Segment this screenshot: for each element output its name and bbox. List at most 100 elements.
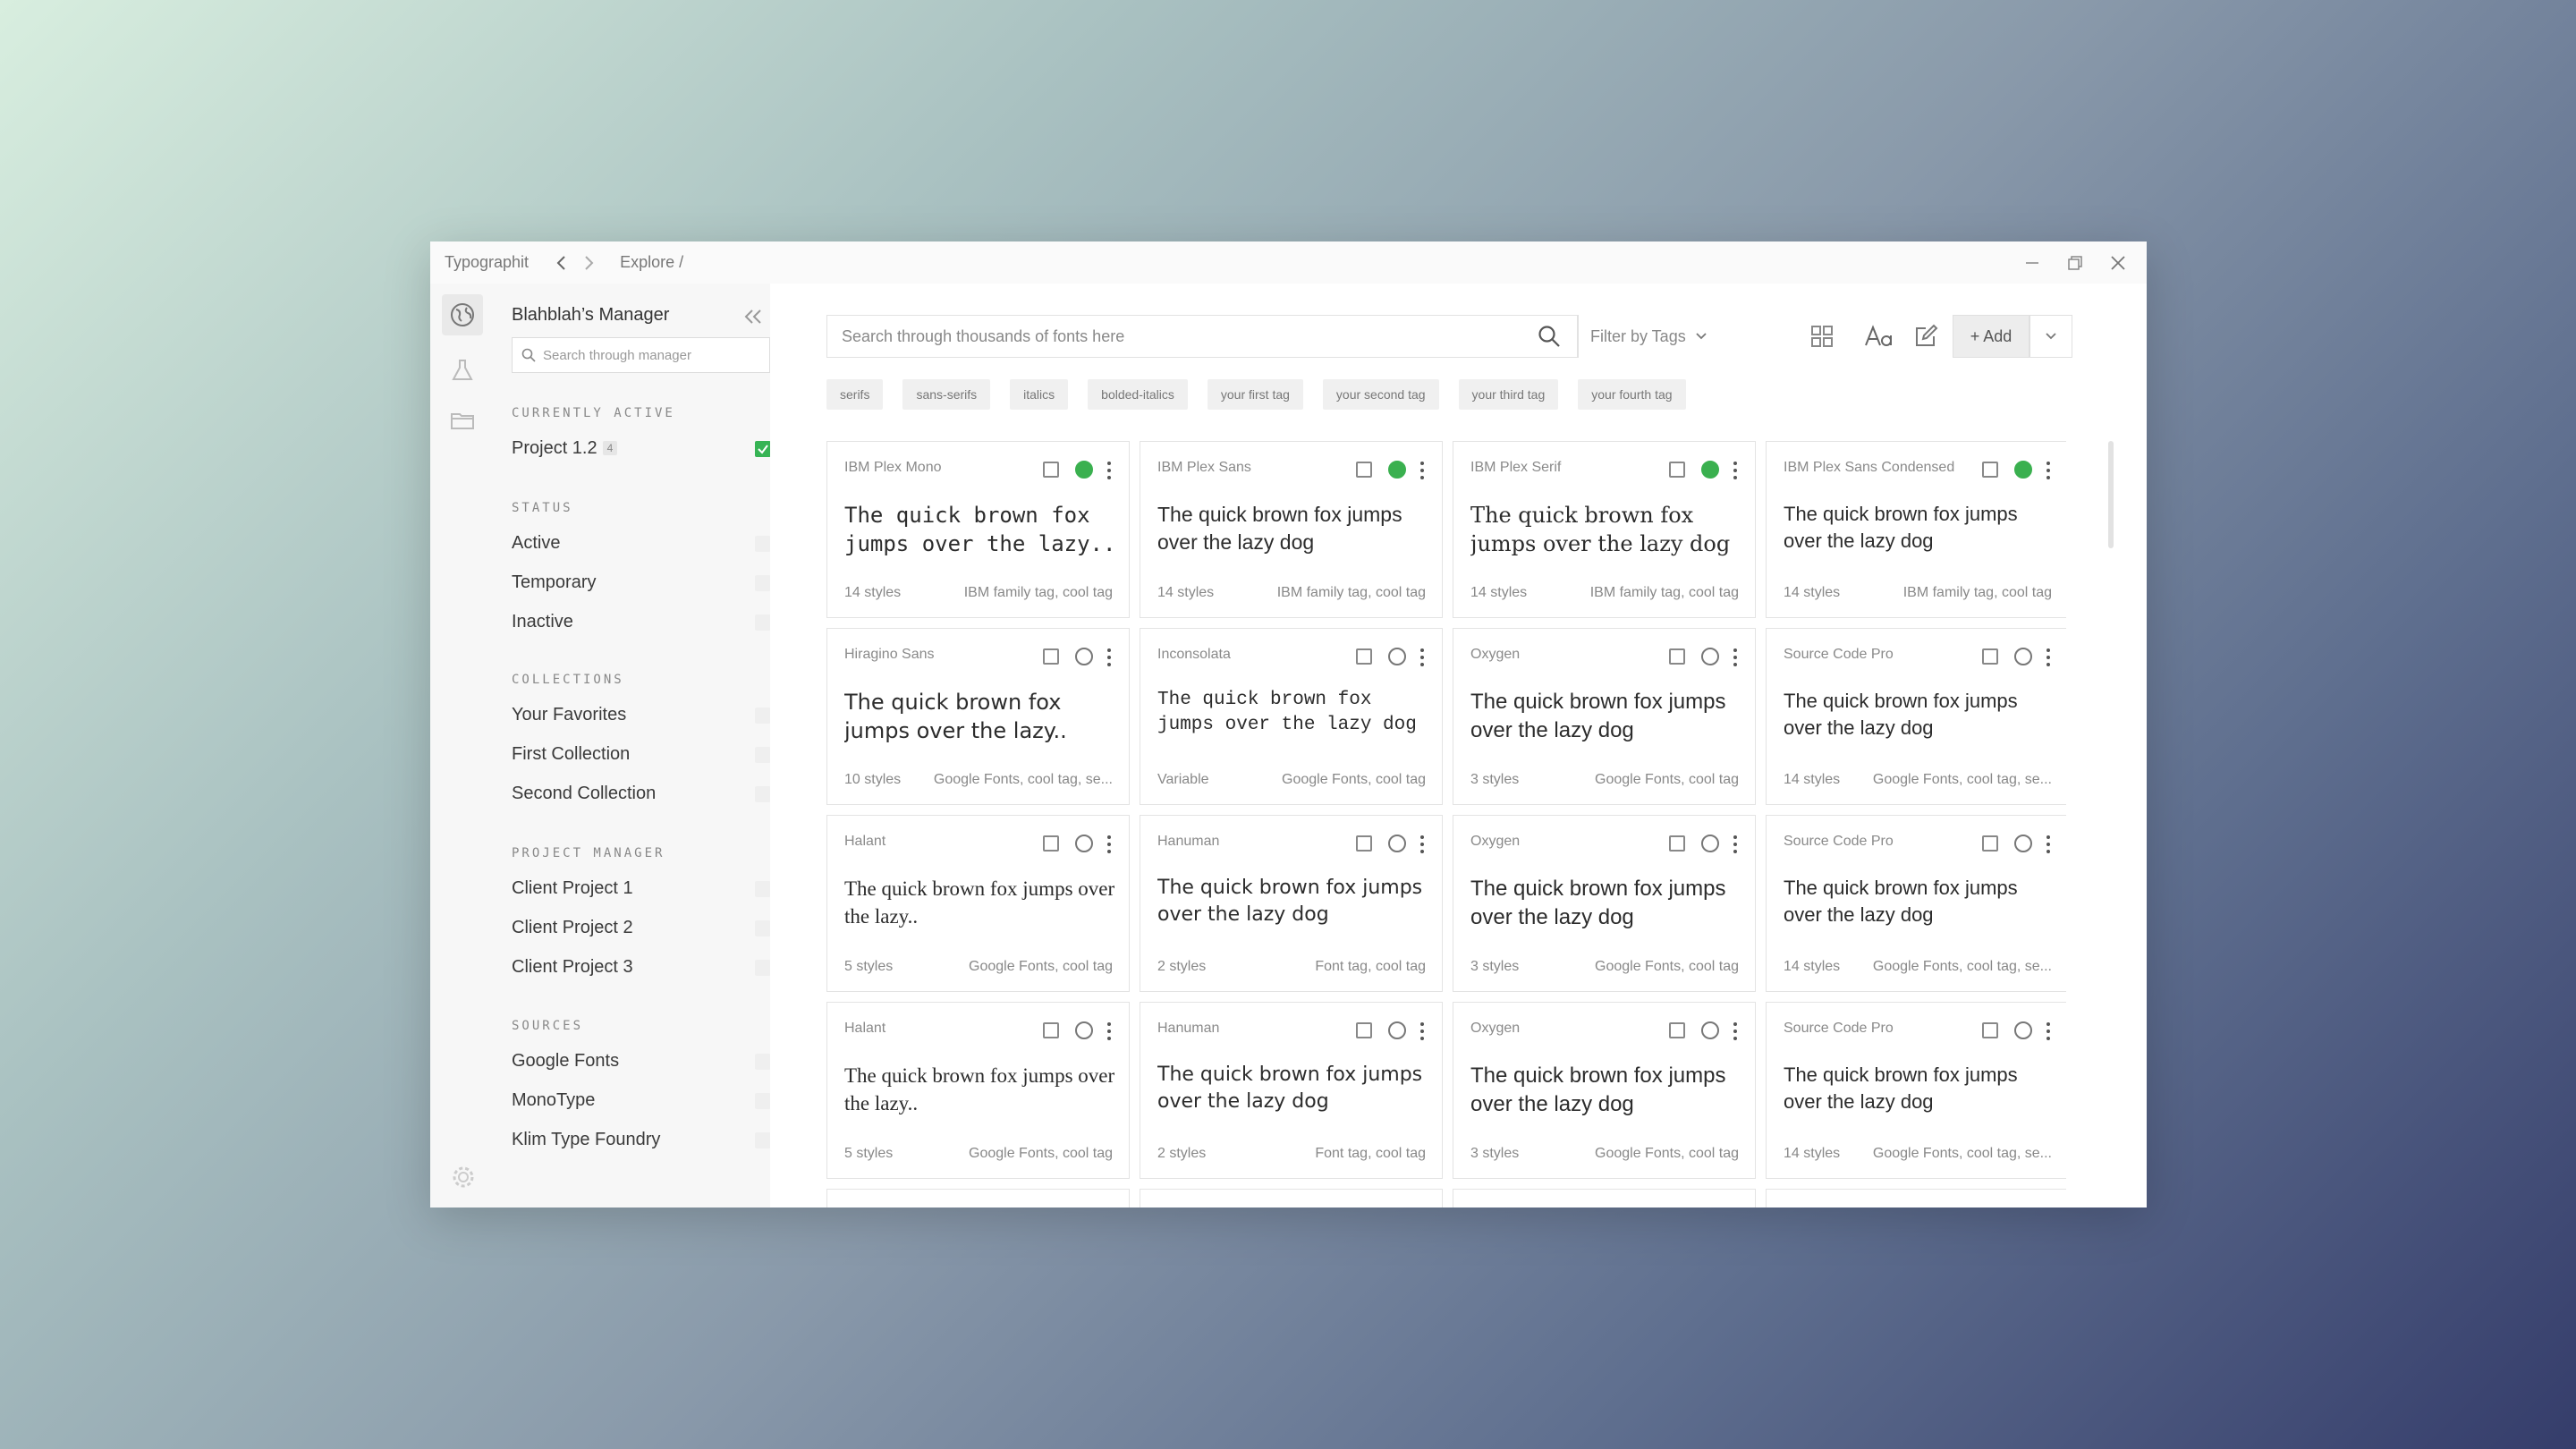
activate-toggle[interactable]	[1075, 461, 1093, 479]
select-checkbox[interactable]	[1043, 648, 1059, 665]
activate-toggle[interactable]	[1075, 648, 1093, 665]
select-checkbox[interactable]	[1982, 648, 1998, 665]
font-card[interactable]: IBM Plex Sans The quick brown fox jumps o…	[1140, 441, 1443, 618]
activate-toggle[interactable]	[1701, 648, 1719, 665]
font-card[interactable]: Oxygen The quick brown fox jumps over the…	[1453, 1002, 1756, 1179]
minimize-button[interactable]	[2011, 249, 2054, 277]
font-card[interactable]: Source Code Pro The quick brown fox jumps…	[1766, 815, 2066, 992]
project-checkbox[interactable]	[755, 881, 771, 897]
source-item-google-fonts[interactable]: Google Fonts	[512, 1048, 771, 1073]
collection-item-first[interactable]: First Collection	[512, 741, 771, 767]
grid-view-button[interactable]	[1799, 315, 1845, 358]
active-project-checkbox[interactable]	[755, 441, 771, 457]
font-card[interactable]: Oxygen The quick brown fox jumps over the…	[1453, 628, 1756, 805]
select-checkbox[interactable]	[1982, 835, 1998, 852]
search-button[interactable]	[1538, 325, 1561, 352]
more-options-button[interactable]	[1726, 645, 1744, 670]
status-checkbox[interactable]	[755, 575, 771, 591]
font-card[interactable]: Hanuman The quick brown fox jumps over th…	[1140, 1002, 1443, 1179]
type-preview-button[interactable]	[1856, 315, 1902, 358]
project-checkbox[interactable]	[755, 960, 771, 976]
select-checkbox[interactable]	[1669, 1022, 1685, 1038]
collection-checkbox[interactable]	[755, 708, 771, 724]
lab-nav-button[interactable]	[442, 350, 483, 391]
activate-toggle[interactable]	[1701, 461, 1719, 479]
more-options-button[interactable]	[1413, 1019, 1431, 1044]
select-checkbox[interactable]	[1669, 462, 1685, 478]
collection-item-favorites[interactable]: Your Favorites	[512, 702, 771, 727]
project-item-1[interactable]: Client Project 1	[512, 876, 771, 901]
font-card[interactable]	[1766, 1189, 2066, 1208]
source-checkbox[interactable]	[755, 1093, 771, 1109]
activate-toggle[interactable]	[1388, 835, 1406, 852]
collection-checkbox[interactable]	[755, 747, 771, 763]
settings-button[interactable]	[450, 1164, 477, 1191]
status-item-active[interactable]: Active	[512, 530, 771, 555]
activate-toggle[interactable]	[2014, 835, 2032, 852]
activate-toggle[interactable]	[2014, 648, 2032, 665]
close-button[interactable]	[2097, 249, 2140, 277]
explore-nav-button[interactable]	[442, 294, 483, 335]
edit-button[interactable]	[1902, 315, 1949, 358]
activate-toggle[interactable]	[1701, 835, 1719, 852]
project-item-2[interactable]: Client Project 2	[512, 915, 771, 940]
font-card[interactable]: Hiragino Sans The quick brown fox jumps o…	[826, 628, 1130, 805]
more-options-button[interactable]	[2039, 458, 2057, 483]
more-options-button[interactable]	[1100, 832, 1118, 857]
activate-toggle[interactable]	[1701, 1021, 1719, 1039]
add-button[interactable]: + Add	[1953, 315, 2029, 358]
font-card[interactable]: Inconsolata The quick brown fox jumps ove…	[1140, 628, 1443, 805]
font-card[interactable]	[826, 1189, 1130, 1208]
select-checkbox[interactable]	[1043, 462, 1059, 478]
back-button[interactable]	[548, 250, 575, 276]
forward-button[interactable]	[575, 250, 602, 276]
tag-chip[interactable]: italics	[1010, 379, 1069, 410]
source-checkbox[interactable]	[755, 1132, 771, 1148]
select-checkbox[interactable]	[1982, 1022, 1998, 1038]
tag-chip[interactable]: sans-serifs	[902, 379, 991, 410]
font-card[interactable]: Oxygen The quick brown fox jumps over the…	[1453, 815, 1756, 992]
select-checkbox[interactable]	[1669, 648, 1685, 665]
more-options-button[interactable]	[1413, 832, 1431, 857]
activate-toggle[interactable]	[1388, 461, 1406, 479]
font-card[interactable]: IBM Plex Mono The quick brown fox jumps o…	[826, 441, 1130, 618]
sidebar-search-input[interactable]	[543, 347, 767, 363]
more-options-button[interactable]	[1100, 1019, 1118, 1044]
project-item-3[interactable]: Client Project 3	[512, 954, 771, 979]
status-checkbox[interactable]	[755, 614, 771, 631]
more-options-button[interactable]	[2039, 645, 2057, 670]
select-checkbox[interactable]	[1356, 648, 1372, 665]
font-card[interactable]: Halant The quick brown fox jumps over the…	[826, 815, 1130, 992]
tag-chip[interactable]: your fourth tag	[1578, 379, 1686, 410]
select-checkbox[interactable]	[1982, 462, 1998, 478]
activate-toggle[interactable]	[2014, 1021, 2032, 1039]
font-card[interactable]: Halant The quick brown fox jumps over the…	[826, 1002, 1130, 1179]
more-options-button[interactable]	[1726, 1019, 1744, 1044]
more-options-button[interactable]	[1100, 645, 1118, 670]
font-card[interactable]	[1140, 1189, 1443, 1208]
font-card[interactable]: Source Code Pro The quick brown fox jumps…	[1766, 1002, 2066, 1179]
status-checkbox[interactable]	[755, 536, 771, 552]
source-item-monotype[interactable]: MonoType	[512, 1088, 771, 1113]
more-options-button[interactable]	[1100, 458, 1118, 483]
more-options-button[interactable]	[1726, 458, 1744, 483]
more-options-button[interactable]	[2039, 832, 2057, 857]
status-item-temporary[interactable]: Temporary	[512, 570, 771, 595]
collapse-sidebar-button[interactable]	[740, 303, 767, 330]
activate-toggle[interactable]	[1388, 1021, 1406, 1039]
tag-chip[interactable]: serifs	[826, 379, 884, 410]
font-search-input[interactable]	[827, 326, 1516, 346]
add-options-dropdown[interactable]	[2029, 315, 2072, 358]
collection-item-second[interactable]: Second Collection	[512, 781, 771, 806]
source-checkbox[interactable]	[755, 1054, 771, 1070]
breadcrumb[interactable]: Explore /	[620, 253, 683, 272]
font-search-bar[interactable]: Filter by Tags	[826, 315, 1707, 358]
tag-chip[interactable]: your first tag	[1207, 379, 1303, 410]
font-card[interactable]: Source Code Pro The quick brown fox jumps…	[1766, 628, 2066, 805]
more-options-button[interactable]	[1413, 645, 1431, 670]
activate-toggle[interactable]	[1388, 648, 1406, 665]
select-checkbox[interactable]	[1356, 1022, 1372, 1038]
scrollbar[interactable]	[2108, 441, 2114, 548]
collection-checkbox[interactable]	[755, 786, 771, 802]
tag-chip[interactable]: your second tag	[1322, 379, 1439, 410]
